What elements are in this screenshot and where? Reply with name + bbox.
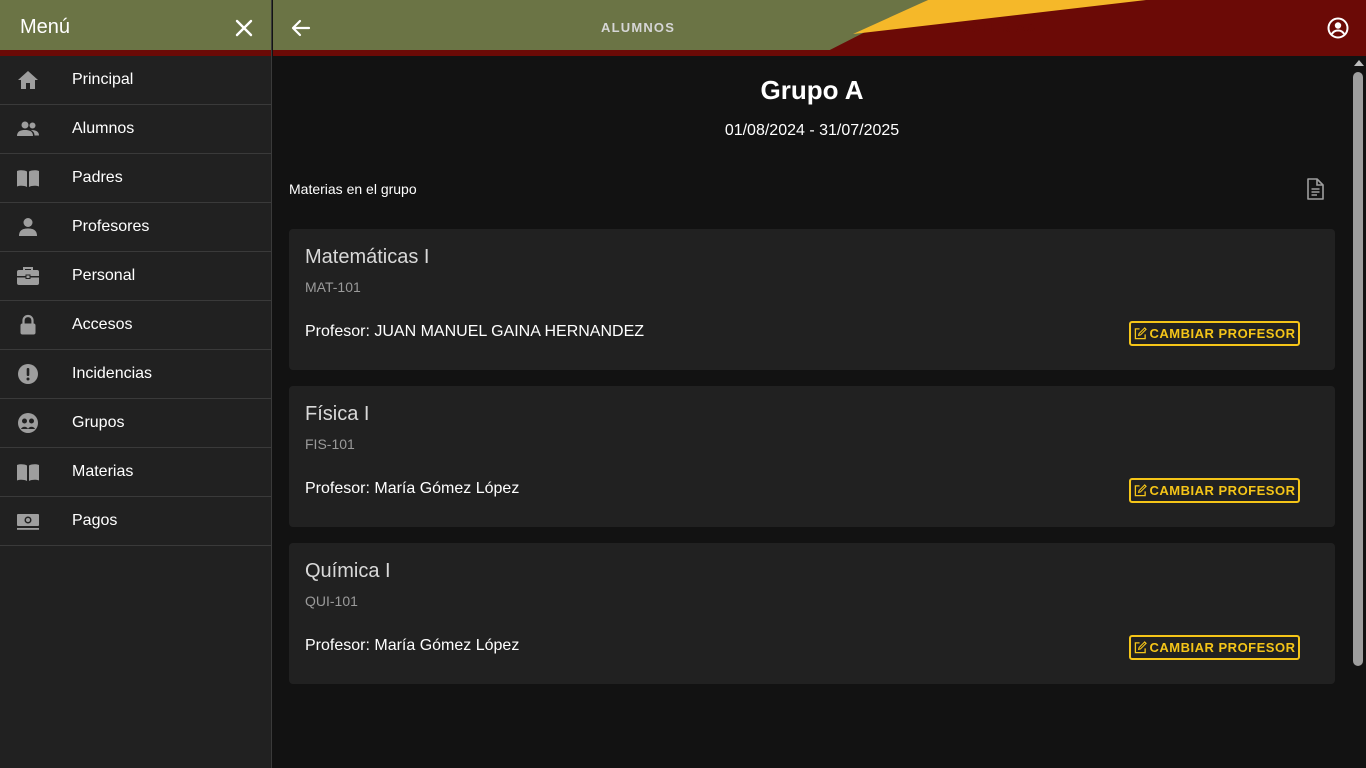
sidebar-item-label: Personal xyxy=(72,267,136,284)
subject-teacher: Profesor: JUAN MANUEL GAINA HERNANDEZ xyxy=(305,323,645,340)
sidebar-item-label: Padres xyxy=(72,169,123,186)
sidebar-header: Menú xyxy=(0,0,271,56)
change-teacher-label: CAMBIAR PROFESOR xyxy=(1149,640,1296,655)
sidebar-item-accesos[interactable]: Accesos xyxy=(0,301,271,350)
edit-icon xyxy=(1134,327,1147,340)
person-icon xyxy=(19,218,37,236)
book-icon xyxy=(17,464,39,481)
sidebar-item-label: Incidencias xyxy=(72,365,153,382)
app-bar: ALUMNOS MATERIAS xyxy=(273,0,1366,56)
main-content: Grupo A 01/08/2024 - 31/07/2025 Materias… xyxy=(273,56,1351,768)
subject-name: Matemáticas I xyxy=(305,246,430,268)
subject-teacher: Profesor: María Gómez López xyxy=(305,480,520,497)
tab-indicator-decoration xyxy=(818,0,1366,56)
account-circle-icon[interactable] xyxy=(1326,16,1350,40)
back-arrow-icon[interactable] xyxy=(289,16,313,40)
subject-card: Física I FIS-101 Profesor: María Gómez L… xyxy=(289,386,1335,527)
sidebar-item-label: Profesores xyxy=(72,218,150,235)
subject-teacher: Profesor: María Gómez López xyxy=(305,637,520,654)
home-icon xyxy=(18,71,38,89)
close-icon[interactable] xyxy=(232,16,256,40)
sidebar-item-label: Materias xyxy=(72,463,134,480)
sidebar-item-incidencias[interactable]: Incidencias xyxy=(0,350,271,399)
change-teacher-button[interactable]: CAMBIAR PROFESOR xyxy=(1129,478,1300,503)
book-icon xyxy=(17,170,39,187)
subject-name: Química I xyxy=(305,560,391,582)
subject-name: Física I xyxy=(305,403,370,425)
sidebar-item-alumnos[interactable]: Alumnos xyxy=(0,105,271,154)
sidebar-item-label: Principal xyxy=(72,71,134,88)
sidebar-item-principal[interactable]: Principal xyxy=(0,56,271,105)
edit-icon xyxy=(1134,641,1147,654)
section-label: Materias en el grupo xyxy=(289,181,417,197)
subject-code: QUI-101 xyxy=(305,593,358,609)
sidebar-item-padres[interactable]: Padres xyxy=(0,154,271,203)
subject-card: Matemáticas I MAT-101 Profesor: JUAN MAN… xyxy=(289,229,1335,370)
document-icon[interactable] xyxy=(1305,178,1325,200)
sidebar-item-label: Alumnos xyxy=(72,120,135,137)
tab-alumnos[interactable]: ALUMNOS xyxy=(601,20,675,35)
sidebar-item-materias[interactable]: Materias xyxy=(0,448,271,497)
money-icon xyxy=(17,514,39,530)
alert-icon xyxy=(18,364,38,384)
subject-code: FIS-101 xyxy=(305,436,355,452)
sidebar-item-pagos[interactable]: Pagos xyxy=(0,497,271,546)
sidebar: Menú Principal Alumnos Padres Profesores… xyxy=(0,0,272,768)
sidebar-item-label: Grupos xyxy=(72,414,125,431)
change-teacher-button[interactable]: CAMBIAR PROFESOR xyxy=(1129,321,1300,346)
change-teacher-button[interactable]: CAMBIAR PROFESOR xyxy=(1129,635,1300,660)
subject-card: Química I QUI-101 Profesor: María Gómez … xyxy=(289,543,1335,684)
edit-icon xyxy=(1134,484,1147,497)
scrollbar-thumb[interactable] xyxy=(1353,72,1363,666)
sidebar-nav: Principal Alumnos Padres Profesores Pers… xyxy=(0,56,271,546)
group-date-range: 01/08/2024 - 31/07/2025 xyxy=(724,122,900,139)
sidebar-item-personal[interactable]: Personal xyxy=(0,252,271,301)
group-icon xyxy=(18,413,38,433)
sidebar-item-label: Accesos xyxy=(72,316,133,333)
briefcase-icon xyxy=(17,267,39,285)
subject-code: MAT-101 xyxy=(305,279,361,295)
change-teacher-label: CAMBIAR PROFESOR xyxy=(1149,326,1296,341)
scrollbar[interactable] xyxy=(1351,56,1366,768)
people-icon xyxy=(17,121,39,136)
sidebar-item-label: Pagos xyxy=(72,512,118,529)
sidebar-item-grupos[interactable]: Grupos xyxy=(0,399,271,448)
lock-icon xyxy=(20,314,36,335)
sidebar-item-profesores[interactable]: Profesores xyxy=(0,203,271,252)
page-title: Grupo A xyxy=(760,75,864,105)
sidebar-title: Menú xyxy=(20,16,71,38)
scroll-up-arrow[interactable] xyxy=(1354,60,1364,66)
change-teacher-label: CAMBIAR PROFESOR xyxy=(1149,483,1296,498)
tab-materias[interactable]: MATERIAS xyxy=(960,20,1037,35)
